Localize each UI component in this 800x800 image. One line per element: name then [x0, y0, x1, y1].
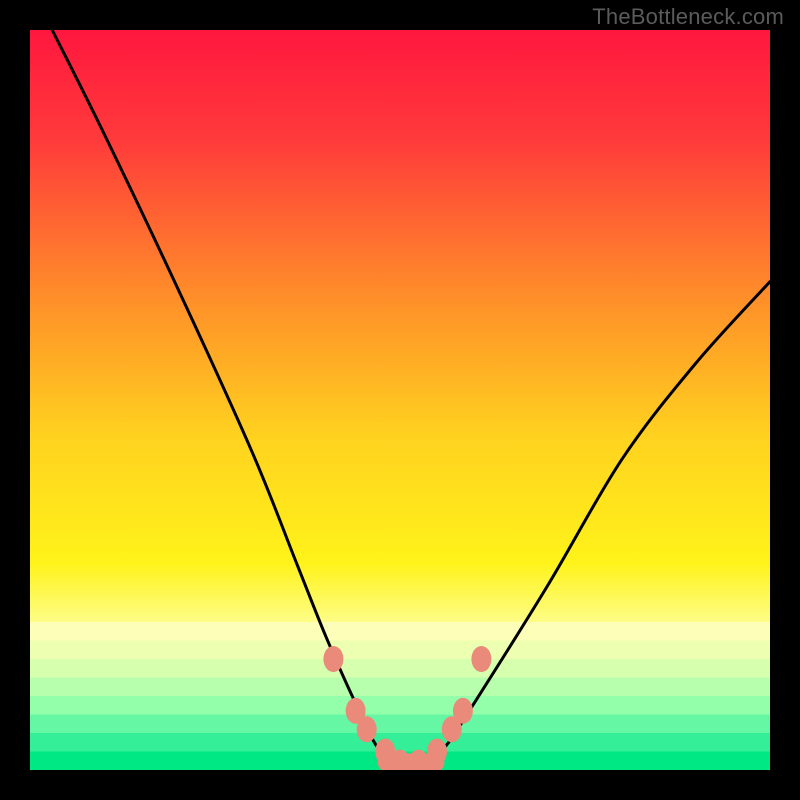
trough-marker	[453, 698, 473, 724]
chart-frame: TheBottleneck.com	[0, 0, 800, 800]
trough-marker	[357, 716, 377, 742]
trough-marker	[390, 750, 410, 776]
trough-marker	[409, 750, 429, 776]
trough-marker	[471, 646, 491, 672]
trough-marker	[427, 739, 447, 765]
bottom-color-bands	[30, 622, 770, 772]
trough-marker	[323, 646, 343, 672]
watermark-text: TheBottleneck.com	[592, 4, 784, 30]
bottleneck-chart	[0, 0, 800, 800]
